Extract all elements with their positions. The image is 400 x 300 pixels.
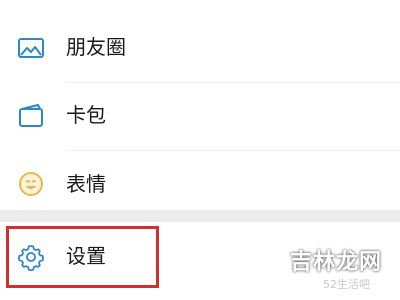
settings-highlight-box [6,226,159,288]
moments-photo-icon [16,33,46,63]
card-wallet-icon [16,101,46,131]
menu-item-cards[interactable]: 卡包 [0,82,400,150]
wechat-discover-menu: 朋友圈 卡包 表情 设置 吉林龙网 52生活吧 [0,0,400,300]
menu-group-top: 朋友圈 卡包 表情 [0,0,400,210]
menu-item-label: 卡包 [66,103,106,127]
menu-item-stickers[interactable]: 表情 [0,150,400,218]
watermark-text: 吉林龙网 [289,250,382,275]
sticker-smile-icon [16,169,46,199]
menu-item-label: 朋友圈 [66,35,126,59]
menu-item-label: 表情 [66,172,106,196]
menu-item-moments[interactable]: 朋友圈 [0,12,400,80]
watermark-subtext: 52生活吧 [323,278,370,291]
